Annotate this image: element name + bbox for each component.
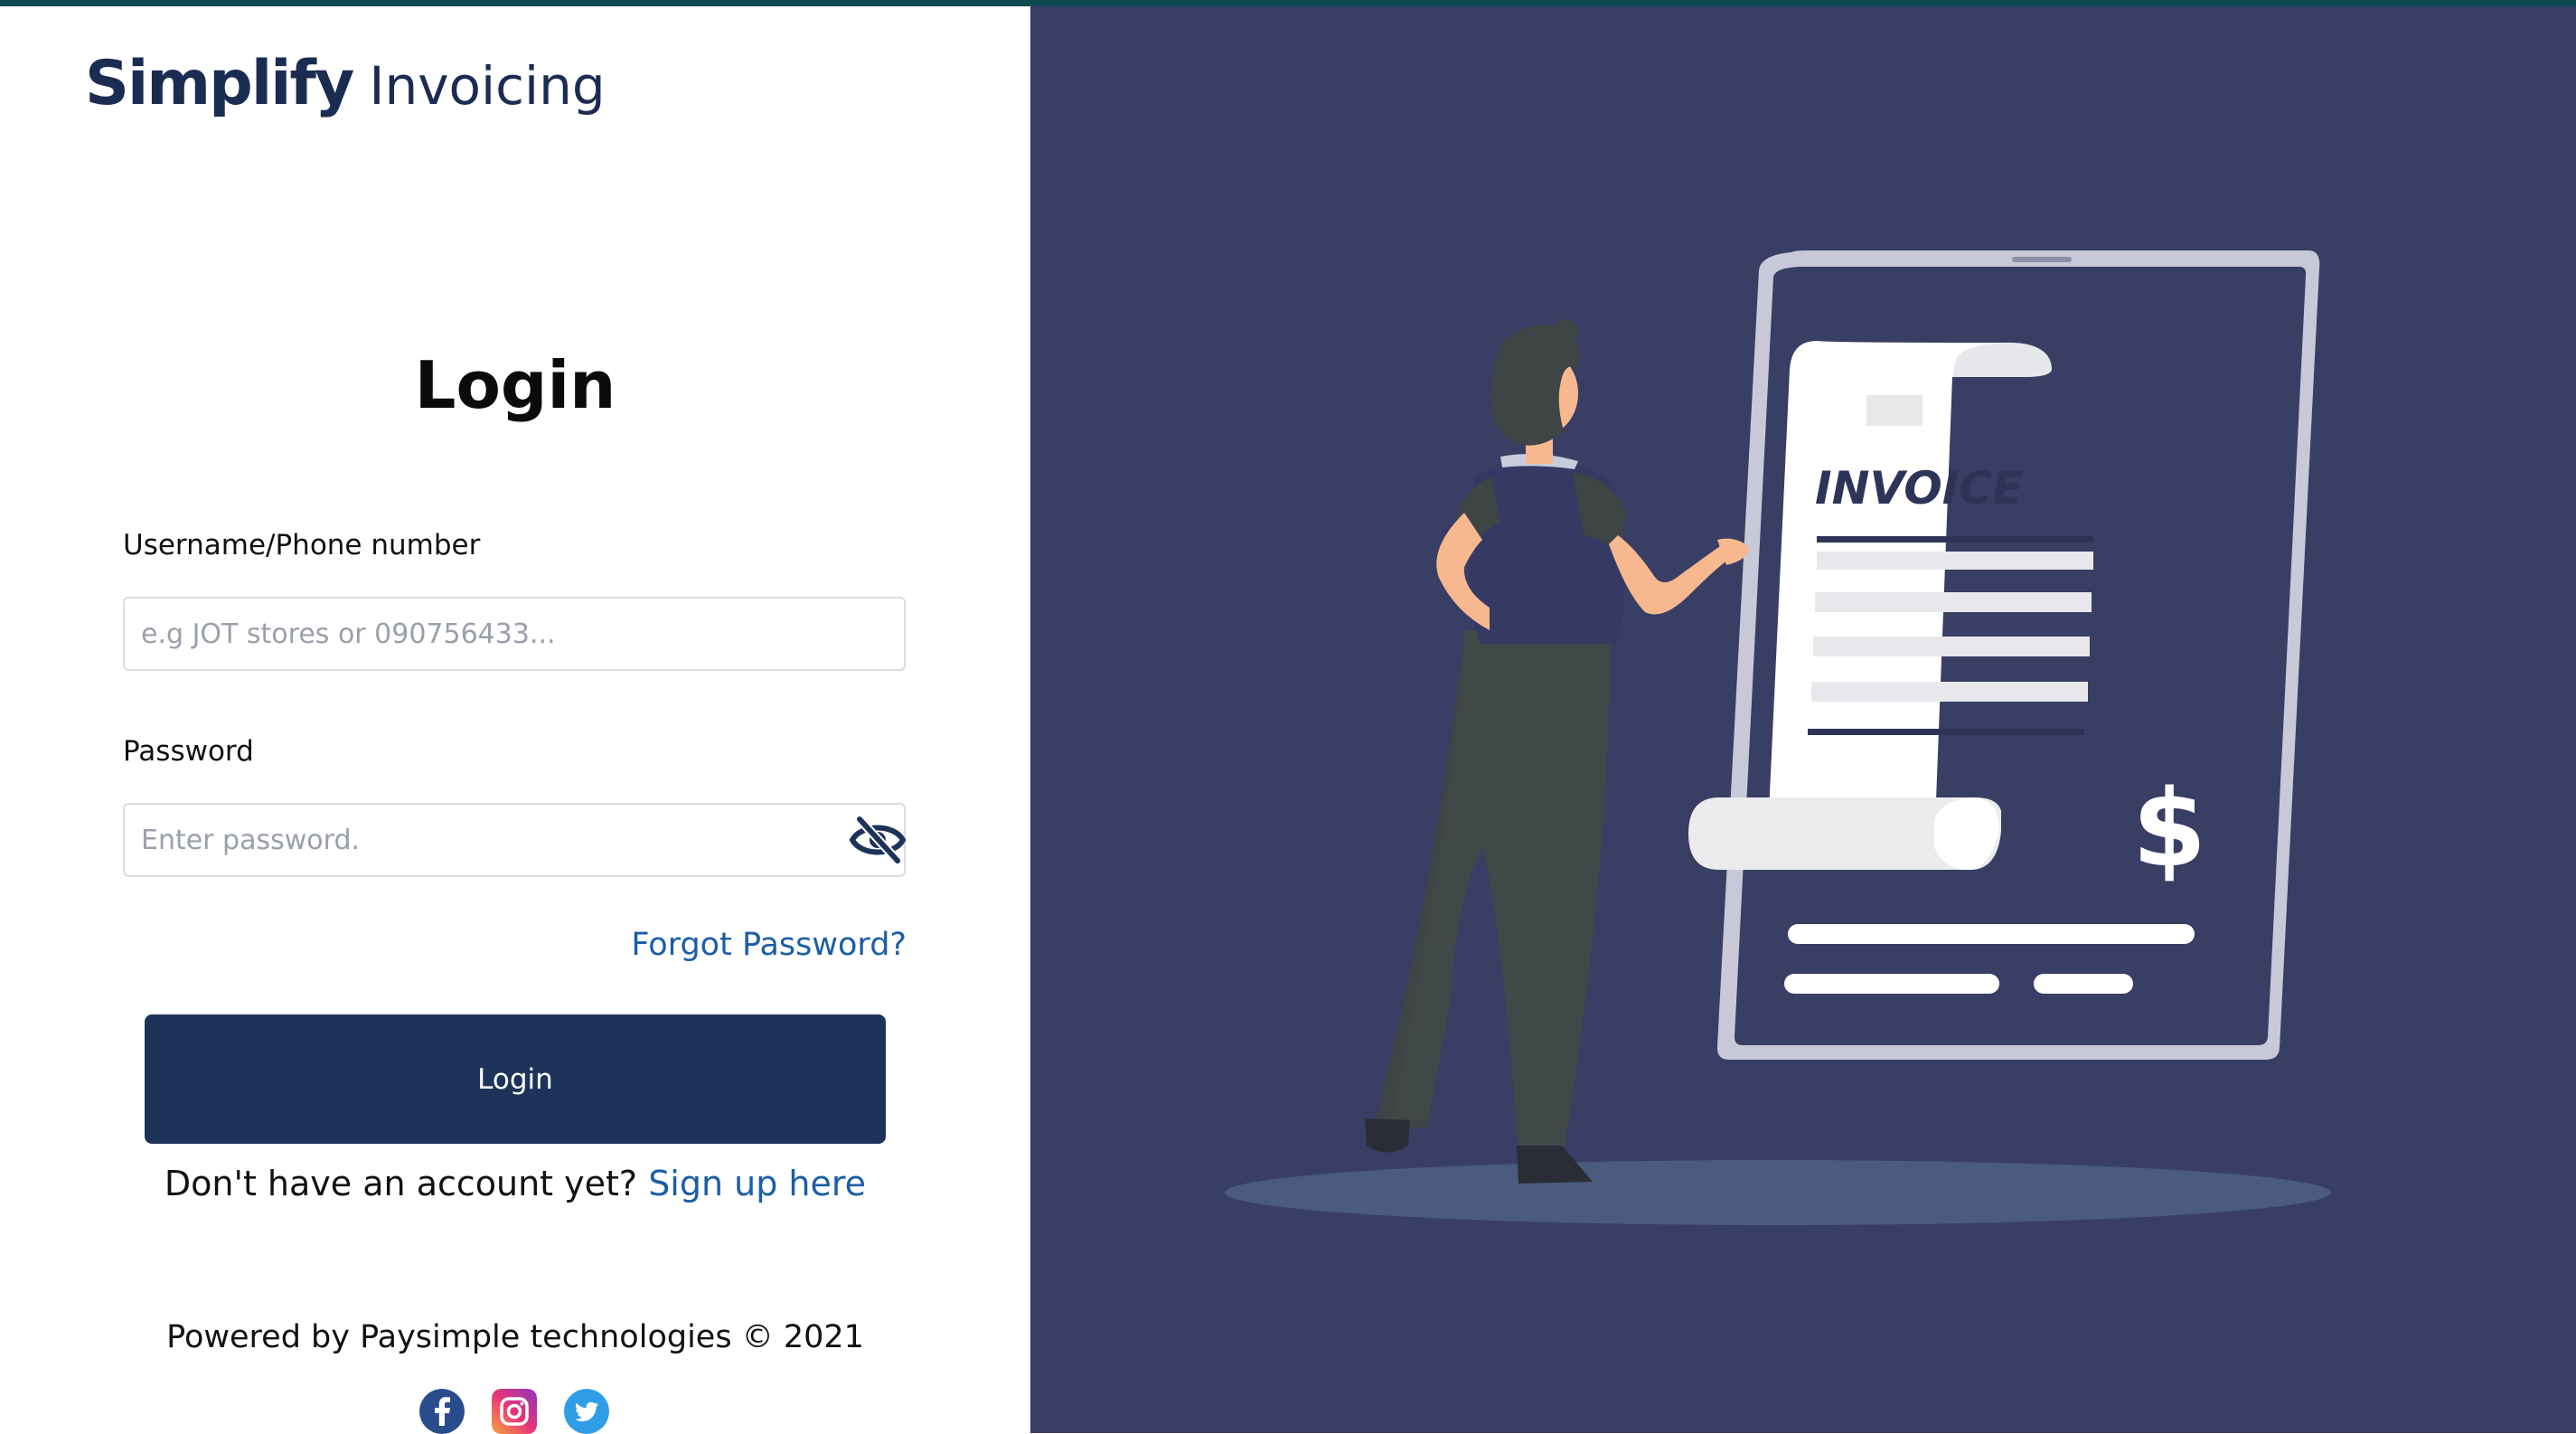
login-button[interactable]: Login xyxy=(145,1014,886,1144)
brand-logo: Simplify Invoicing xyxy=(85,48,606,119)
brand-product: Invoicing xyxy=(369,55,606,117)
brand-name: Simplify xyxy=(85,48,354,119)
login-panel: Simplify Invoicing Login Username/Phone … xyxy=(0,6,1030,1434)
password-label: Password xyxy=(123,735,254,768)
powered-by-text: Powered by Paysimple technologies © 2021 xyxy=(166,1319,864,1355)
invoice-illustration: INVOICE $ xyxy=(1225,250,2331,1225)
signup-link[interactable]: Sign up here xyxy=(648,1164,866,1203)
page-title: Login xyxy=(414,347,616,423)
top-accent-strip xyxy=(0,0,2576,6)
floor-shadow xyxy=(1225,1160,2331,1225)
password-input[interactable] xyxy=(123,803,906,877)
username-label: Username/Phone number xyxy=(123,529,481,561)
dollar-icon: $ xyxy=(2132,766,2206,891)
social-links xyxy=(419,1389,609,1434)
facebook-icon[interactable] xyxy=(419,1389,465,1434)
forgot-password-link[interactable]: Forgot Password? xyxy=(631,927,907,963)
username-input[interactable] xyxy=(123,597,906,671)
twitter-icon[interactable] xyxy=(564,1389,609,1434)
instagram-icon[interactable] xyxy=(492,1389,537,1434)
person-figure xyxy=(1365,319,1749,1184)
signup-prompt-text: Don't have an account yet? xyxy=(164,1164,638,1203)
eye-slash-icon[interactable] xyxy=(849,814,907,866)
invoice-title: INVOICE xyxy=(1815,462,2023,514)
signup-prompt: Don't have an account yet? Sign up here xyxy=(0,1164,1030,1203)
